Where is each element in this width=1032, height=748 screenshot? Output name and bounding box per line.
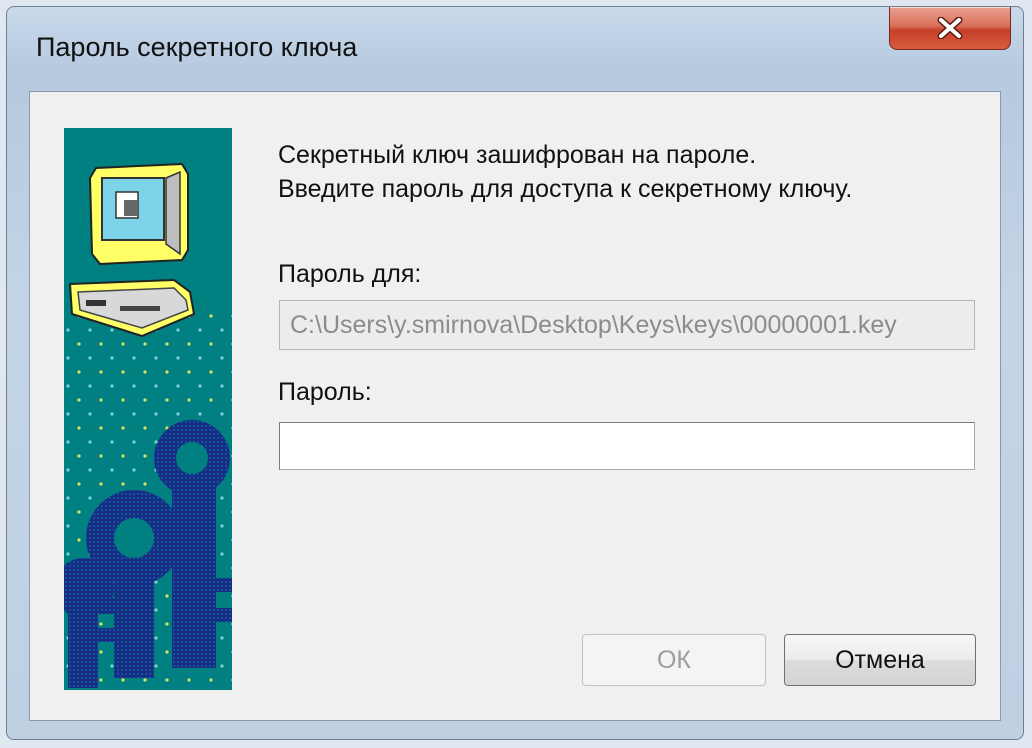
computer-keys-illustration bbox=[64, 128, 232, 690]
close-button[interactable] bbox=[889, 7, 1011, 50]
info-line-2: Введите пароль для доступа к секретному … bbox=[278, 175, 853, 203]
password-label: Пароль: bbox=[278, 378, 372, 406]
dialog-body: Секретный ключ зашифрован на пароле. Вве… bbox=[29, 91, 1001, 721]
dialog-window: Пароль секретного ключа Секретный ключ з… bbox=[6, 6, 1024, 740]
window-title: Пароль секретного ключа bbox=[36, 32, 358, 62]
info-message: Секретный ключ зашифрован на пароле. Вве… bbox=[278, 138, 852, 206]
key-path-label: Пароль для: bbox=[278, 260, 422, 288]
close-icon bbox=[937, 17, 963, 39]
title-bar[interactable]: Пароль секретного ключа bbox=[7, 7, 1023, 91]
info-line-1: Секретный ключ зашифрован на пароле. bbox=[278, 141, 757, 169]
key-path-field: C:\Users\y.smirnova\Desktop\Keys\keys\00… bbox=[279, 300, 975, 350]
cancel-button[interactable]: Отмена bbox=[784, 634, 976, 686]
password-input[interactable] bbox=[279, 422, 975, 470]
ok-button[interactable]: ОК bbox=[582, 634, 766, 686]
